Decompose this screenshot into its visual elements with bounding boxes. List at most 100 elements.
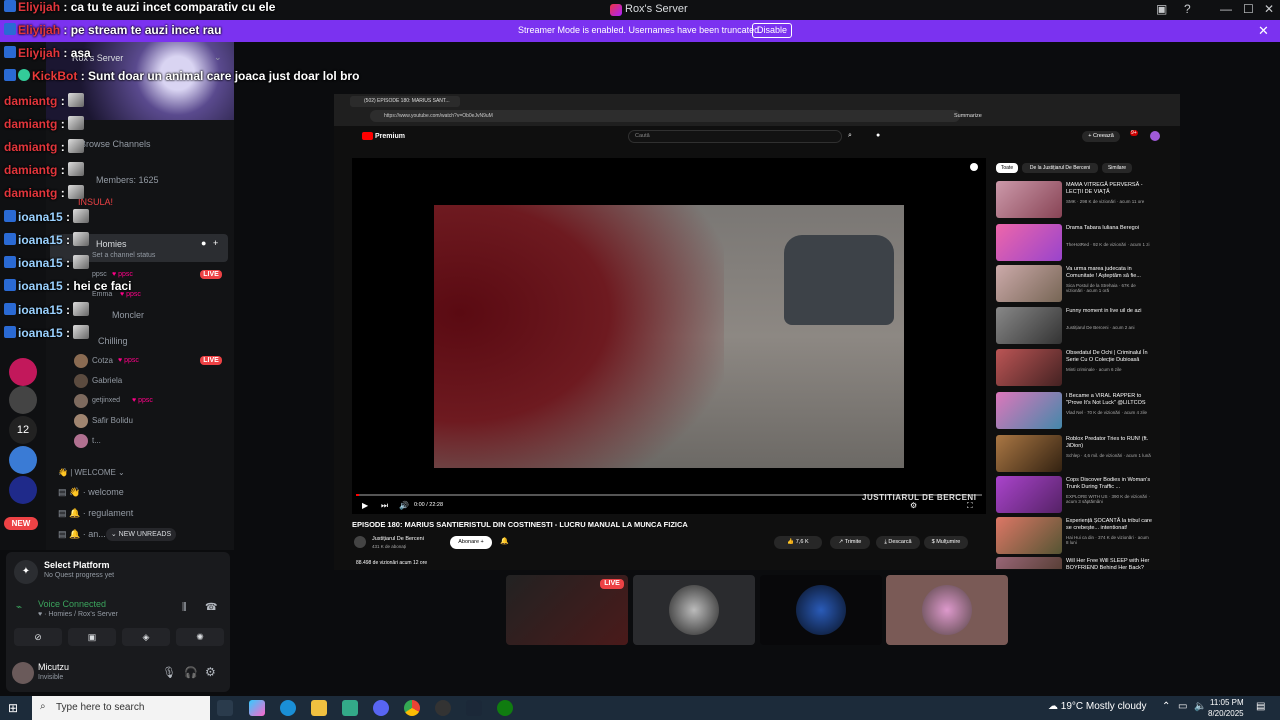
voice-user[interactable]: ppsc xyxy=(92,271,107,278)
avatar[interactable] xyxy=(12,662,34,684)
notification-badge[interactable]: 9+ xyxy=(1130,130,1138,136)
chevron-up-icon[interactable]: ⌃ xyxy=(1162,701,1170,712)
soundboard-button[interactable]: ✺ xyxy=(176,628,224,646)
inbox-icon[interactable]: ▣ xyxy=(1156,2,1167,16)
edge-icon[interactable] xyxy=(280,700,296,716)
recommended-video[interactable]: Obsedatul De Ochi | Criminalul În Serie … xyxy=(996,349,1176,387)
xbox-icon[interactable] xyxy=(497,700,513,716)
summarize-button[interactable]: Summarize xyxy=(954,113,982,119)
notifications-icon[interactable]: ▤ xyxy=(1256,701,1265,712)
quest-title[interactable]: Select Platform xyxy=(44,560,110,570)
subscribe-button[interactable]: Abonare + xyxy=(450,536,492,549)
voice-user[interactable]: Moncler xyxy=(112,310,144,320)
close-button[interactable]: ✕ xyxy=(1264,2,1274,16)
fullscreen-icon[interactable]: ⛶ xyxy=(967,501,973,511)
server-icon-3[interactable]: 12 xyxy=(9,416,37,444)
new-unreads-pill[interactable]: ⌄ NEW UNREADS xyxy=(106,528,176,541)
share-button[interactable]: ↗ Trimite xyxy=(830,536,870,549)
mic-icon[interactable]: ● xyxy=(876,132,880,139)
voice-user[interactable]: getjinxed xyxy=(92,397,120,404)
chevron-down-icon[interactable]: ⌄ xyxy=(214,52,222,63)
download-button[interactable]: ⤓ Descarcă xyxy=(876,536,920,549)
add-user-icon[interactable]: + xyxy=(213,238,218,248)
stream-tile[interactable]: LIVE xyxy=(506,575,628,645)
voice-channel-name[interactable]: Homies xyxy=(96,239,127,249)
bell-icon[interactable]: 🔔 xyxy=(500,537,509,545)
youtube-search[interactable]: Caută xyxy=(628,130,842,143)
browse-channels[interactable]: Browse Channels xyxy=(80,139,151,149)
recommended-video[interactable]: Funny moment in live uil de azi Justițiar… xyxy=(996,307,1176,345)
youtube-logo[interactable] xyxy=(362,132,373,140)
volume-icon[interactable]: 🔈 xyxy=(1194,701,1206,712)
microphone-icon[interactable]: 🎙 xyxy=(162,666,176,679)
info-icon[interactable] xyxy=(970,163,978,171)
windows-start-icon[interactable]: ⊞ xyxy=(8,701,18,715)
channel-avatar[interactable] xyxy=(354,536,366,548)
next-icon[interactable]: ⏭ xyxy=(381,501,388,511)
taskbar-search[interactable]: ⌕ Type here to search xyxy=(32,696,210,720)
voice-user[interactable]: Safir Bolidu xyxy=(92,416,133,425)
stream-tile[interactable] xyxy=(886,575,1008,645)
like-button[interactable]: 👍 7,6 K xyxy=(774,536,822,549)
chip-channel[interactable]: De la Justițiarul De Berceni xyxy=(1022,163,1098,173)
help-icon[interactable]: ? xyxy=(1184,2,1191,16)
url-bar[interactable]: https://www.youtube.com/watch?v=Ob0eJvN9… xyxy=(370,110,960,122)
category-welcome[interactable]: 👋 | WELCOME ⌄ xyxy=(58,468,125,477)
voice-user[interactable]: Gabriela xyxy=(92,376,122,385)
voice-connected-label[interactable]: Voice Connected xyxy=(38,599,106,609)
server-icon-1[interactable] xyxy=(9,358,37,386)
volume-icon[interactable]: 🔊 xyxy=(399,501,409,510)
recommended-video[interactable]: I Became a VIRAL RAPPER to "Prove It's N… xyxy=(996,392,1176,430)
disable-button[interactable]: Disable xyxy=(752,23,792,38)
maximize-button[interactable]: ☐ xyxy=(1243,2,1254,16)
server-icon-5[interactable] xyxy=(9,476,37,504)
search-icon[interactable]: ⌕ xyxy=(848,132,852,140)
task-view-icon[interactable] xyxy=(217,700,233,716)
chat-icon[interactable]: ● xyxy=(201,238,206,248)
store-icon[interactable] xyxy=(342,700,358,716)
soundboard-icon[interactable]: ⫼ xyxy=(182,602,187,613)
settings-icon[interactable]: ⚙ xyxy=(910,501,917,510)
voice-user[interactable]: Cotza xyxy=(92,356,113,365)
discord-icon[interactable] xyxy=(373,700,389,716)
stream-tile[interactable] xyxy=(633,575,755,645)
gear-icon[interactable]: ⚙ xyxy=(205,665,216,679)
username[interactable]: Micutzu xyxy=(38,662,69,672)
channel-an[interactable]: ▤ 🔔 · an... xyxy=(58,529,106,540)
channel-welcome[interactable]: ▤ 👋 · welcome xyxy=(58,487,124,498)
recommended-video[interactable]: Va urma marea judecata in Comunitate ! A… xyxy=(996,265,1176,303)
members-count[interactable]: Members: 1625 xyxy=(96,175,159,185)
server-icon-4[interactable] xyxy=(9,446,37,474)
recommended-video[interactable]: Roblox Predator Tries to RUN! (ft. JiDio… xyxy=(996,435,1176,473)
copilot-icon[interactable] xyxy=(249,700,265,716)
browser-tab[interactable]: (502) EPISODE 180: MARIUS SANT... xyxy=(350,96,460,107)
recommended-video[interactable]: MAMA VITREGĂ PERVERSĂ - LECȚII DE VIAȚĂ S… xyxy=(996,181,1176,219)
voice-user[interactable]: t... xyxy=(92,436,101,445)
network-icon[interactable]: ▭ xyxy=(1178,701,1187,712)
channel-name[interactable]: Justițiarul De Berceni xyxy=(372,536,424,542)
taskbar-date[interactable]: 8/20/2025 xyxy=(1208,709,1244,718)
weather-widget[interactable]: ☁ 19°C Mostly cloudy xyxy=(1048,701,1146,712)
activity-button[interactable]: ◈ xyxy=(122,628,170,646)
server-icon-2[interactable] xyxy=(9,386,37,414)
file-explorer-icon[interactable] xyxy=(311,700,327,716)
taskbar-time[interactable]: 11:05 PM xyxy=(1210,698,1244,707)
steam-icon[interactable] xyxy=(466,700,482,716)
stream-tile[interactable] xyxy=(760,575,882,645)
chip-all[interactable]: Toate xyxy=(996,163,1018,173)
create-button[interactable]: + Creează xyxy=(1082,131,1120,142)
disconnect-icon[interactable]: ☎ xyxy=(205,602,217,613)
account-avatar[interactable] xyxy=(1150,131,1160,141)
recommended-video[interactable]: Cops Discover Bodies in Woman's Trunk Du… xyxy=(996,476,1176,514)
voice-user[interactable]: Chilling xyxy=(98,336,128,346)
chrome-icon[interactable] xyxy=(404,700,420,716)
screen-share-button[interactable]: ▣ xyxy=(68,628,116,646)
recommended-video[interactable]: Will Her Free Will SLEEP with Her BOYFRI… xyxy=(996,557,1176,569)
obs-icon[interactable] xyxy=(435,700,451,716)
close-icon[interactable]: ✕ xyxy=(1258,23,1269,39)
chip-similar[interactable]: Similare xyxy=(1102,163,1132,173)
headphones-icon[interactable]: 🎧 xyxy=(184,666,198,679)
thanks-button[interactable]: $ Mulțumire xyxy=(924,536,968,549)
minimize-button[interactable]: — xyxy=(1220,2,1232,16)
recommended-video[interactable]: Experiență ȘOCANTĂ la tribul care se cre… xyxy=(996,517,1176,555)
